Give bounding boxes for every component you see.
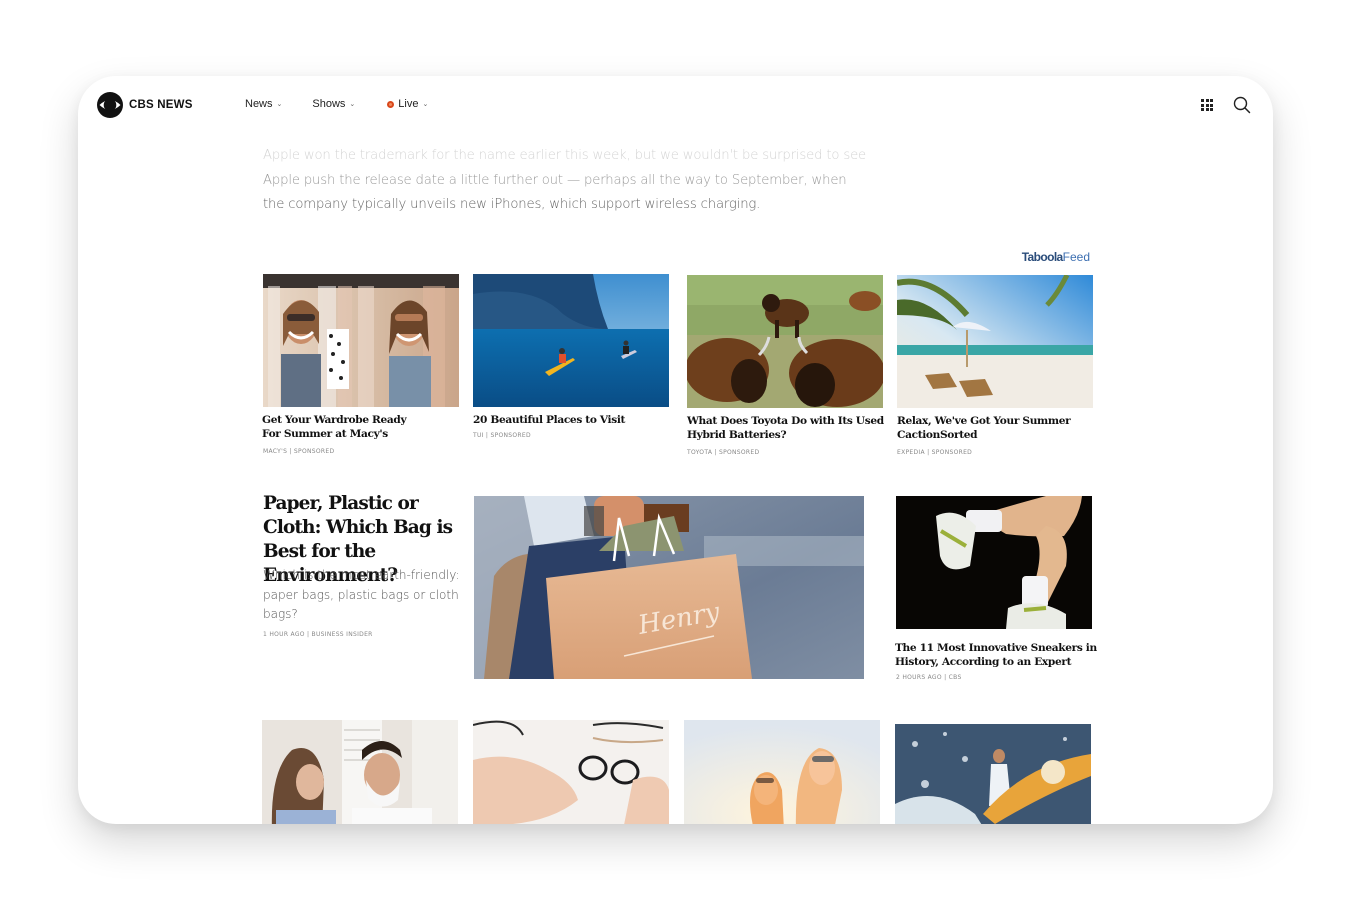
chevron-down-icon: ⌄ [422,101,429,108]
search-icon[interactable] [1233,96,1251,114]
thumbnail-eyeglasses[interactable] [473,720,669,824]
side-story-sneakers[interactable]: The 11 Most Innovative Sneakers in Histo… [895,496,1097,686]
nav-shows[interactable]: Shows ⌄ [312,98,355,110]
thumbnail-couple-bathroom[interactable] [262,720,458,824]
headline-line: Hybrid Batteries? [687,429,787,441]
nav-news[interactable]: News ⌄ [245,98,282,110]
article-body: Apple won the trademark for the name ear… [263,144,893,218]
live-dot-icon [387,100,395,108]
nav-live[interactable]: Live ⌄ [387,98,428,110]
chevron-down-icon: ⌄ [349,101,356,108]
thumbnail-women-laughing[interactable] [684,720,880,824]
thumbnail-sneakers [896,496,1092,629]
nav-live-label: Live [398,98,419,110]
browser-frame: CBS NEWS News ⌄ Shows ⌄ Live ⌄ Apple won… [78,76,1273,824]
brand-name: CBS NEWS [129,99,193,111]
thumbnail-kayakers [473,274,669,407]
sponsored-card-toyota[interactable]: What Does Toyota Do with Its Used Hybrid… [687,275,884,460]
headline-line: History, According to an Expert [895,656,1072,668]
sponsored-card-macys[interactable]: Get Your Wardrobe Ready For Summer at Ma… [262,274,462,459]
header-actions [1201,96,1251,114]
chevron-down-icon: ⌄ [276,101,283,108]
card-headline[interactable]: What Does Toyota Do with Its Used Hybrid… [687,414,892,442]
headline-line: 20 Beautiful Places to Visit [473,414,626,426]
headline-line: Relax, We've Got Your Summer [897,415,1071,427]
headline-line: For Summer at Macy's [262,428,388,440]
thumbnail-surfer[interactable] [895,724,1091,824]
thumbnail-clothing-racks [263,274,459,407]
card-meta: MACY'S | SPONSORED [263,448,335,455]
card-headline[interactable]: The 11 Most Innovative Sneakers in Histo… [895,641,1100,669]
thumbnail-bison [687,275,883,408]
taboola-brand: Taboola [1021,250,1064,264]
headline-line: What Does Toyota Do with Its Used [687,415,884,427]
card-headline[interactable]: Get Your Wardrobe Ready For Summer at Ma… [262,413,462,441]
card-meta: TOYOTA | SPONSORED [687,449,760,456]
article-line: Apple won the trademark for the name ear… [263,148,867,163]
nav-news-label: News [245,98,273,110]
card-meta: EXPEDIA | SPONSORED [897,449,973,456]
card-headline[interactable]: Relax, We've Got Your Summer CactionSort… [897,414,1102,442]
card-meta: TUI | SPONSORED [473,432,531,439]
feature-description: Which is the most earth-friendly: paper … [263,568,460,621]
thumbnail-beach [897,275,1093,408]
card-meta: 2 HOURS AGO | CBS [896,674,962,681]
headline-line: The 11 Most Innovative Sneakers in [895,642,1097,654]
sponsored-card-expedia[interactable]: Relax, We've Got Your Summer CactionSort… [897,275,1093,460]
taboola-feed-logo[interactable]: TaboolaFeed [1022,250,1090,264]
feature-meta: 1 HOUR AGO | BUSINESS INSIDER [263,631,373,638]
cbs-eye-icon [97,92,123,118]
article-line: the company typically unveils new iPhone… [263,197,761,212]
headline-line: Get Your Wardrobe Ready [262,414,407,426]
headline-line: CactionSorted [897,429,978,441]
main-nav: News ⌄ Shows ⌄ Live ⌄ [245,98,458,110]
card-headline[interactable]: 20 Beautiful Places to Visit [473,413,673,427]
sponsored-card-tui[interactable]: 20 Beautiful Places to Visit TUI | SPONS… [473,274,669,444]
nav-shows-label: Shows [312,98,346,110]
article-line: Apple push the release date a little fur… [263,172,847,188]
site-header: CBS NEWS News ⌄ Shows ⌄ Live ⌄ [78,76,1273,134]
taboola-feed-label: Feed [1062,250,1090,264]
cbs-news-logo[interactable]: CBS NEWS [97,92,193,118]
apps-grid-icon[interactable] [1201,99,1213,111]
feature-image-shopping-bag[interactable]: Henry [474,496,864,679]
